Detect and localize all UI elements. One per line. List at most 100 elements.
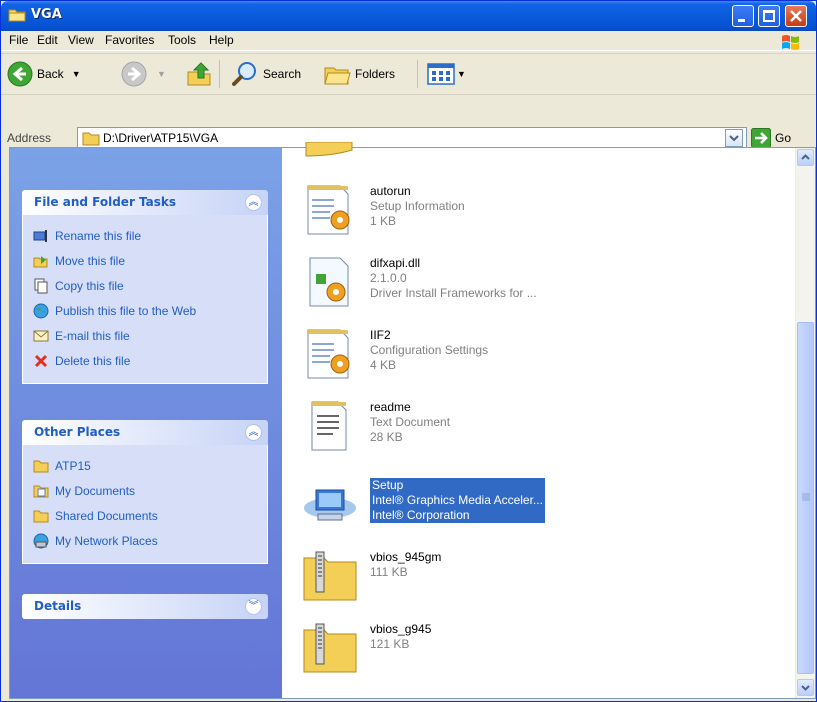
scroll-up-button[interactable] xyxy=(797,149,814,166)
go-arrow-icon xyxy=(751,128,771,148)
task-label: Rename this file xyxy=(55,228,142,243)
file-size: 4 KB xyxy=(370,358,397,372)
file-size: 1 KB xyxy=(370,214,397,228)
chevron-down-icon xyxy=(801,685,810,691)
config-settings-icon xyxy=(307,329,350,379)
place-shared-documents[interactable]: Shared Documents xyxy=(33,503,267,528)
title-bar[interactable]: VGA xyxy=(1,1,816,31)
place-my-network-places[interactable]: My Network Places xyxy=(33,528,267,553)
address-input[interactable]: D:\Driver\ATP15\VGA xyxy=(77,127,747,149)
menu-edit[interactable]: Edit xyxy=(37,33,58,47)
panel-header-details[interactable]: Details ︾ xyxy=(22,594,268,619)
chevron-up-icon xyxy=(801,154,810,160)
menu-favorites[interactable]: Favorites xyxy=(105,33,154,47)
task-label: Copy this file xyxy=(55,278,124,293)
folders-icon xyxy=(324,67,351,85)
menu-help[interactable]: Help xyxy=(209,33,234,47)
toolbar-separator xyxy=(219,60,220,88)
dll-icon xyxy=(309,257,349,307)
back-label: Back xyxy=(37,67,64,81)
expand-icon[interactable]: ︾ xyxy=(245,598,262,615)
panel-title: Details xyxy=(34,599,82,613)
place-label: Shared Documents xyxy=(55,508,158,523)
zip-folder-icon xyxy=(303,551,357,601)
search-button[interactable]: Search xyxy=(231,58,301,90)
main-area: File and Folder Tasks ︽ Rename this file… xyxy=(9,142,816,699)
standard-toolbar: Back ▼ ▼ Search Folders ▼ xyxy=(1,53,816,95)
views-icon xyxy=(427,63,455,85)
minimize-button[interactable] xyxy=(732,5,754,27)
task-rename[interactable]: Rename this file xyxy=(33,223,267,248)
back-button[interactable]: Back ▼ xyxy=(7,58,81,90)
back-arrow-icon xyxy=(7,61,33,87)
forward-button[interactable]: ▼ xyxy=(121,58,166,90)
file-item[interactable]: autorun Setup Information 1 KB xyxy=(302,182,622,246)
task-email[interactable]: E-mail this file xyxy=(33,323,267,348)
menu-tools[interactable]: Tools xyxy=(168,33,196,47)
move-icon xyxy=(33,255,48,267)
close-icon xyxy=(790,10,802,22)
address-bar: Address D:\Driver\ATP15\VGA Go xyxy=(1,97,816,149)
file-name: Setup xyxy=(372,478,404,492)
file-item[interactable]: vbios_945gm 111 KB xyxy=(302,548,622,612)
panel-header-file-tasks[interactable]: File and Folder Tasks ︽ xyxy=(22,190,268,215)
windows-logo-icon xyxy=(782,35,799,50)
my-documents-icon xyxy=(33,485,49,497)
collapse-icon[interactable]: ︽ xyxy=(245,194,262,211)
place-my-documents[interactable]: My Documents xyxy=(33,478,267,503)
address-dropdown-button[interactable] xyxy=(725,129,743,147)
place-atp15[interactable]: ATP15 xyxy=(33,453,267,478)
file-item[interactable]: difxapi.dll 2.1.0.0 Driver Install Frame… xyxy=(302,254,622,318)
go-button[interactable]: Go xyxy=(751,127,791,149)
panel-header-other-places[interactable]: Other Places ︽ xyxy=(22,420,268,445)
forward-arrow-icon xyxy=(121,61,147,87)
file-item-selected[interactable]: Setup Intel® Graphics Media Acceler... I… xyxy=(302,476,622,540)
back-dropdown-icon[interactable]: ▼ xyxy=(72,69,81,79)
close-button[interactable] xyxy=(785,5,807,27)
views-button[interactable]: ▼ xyxy=(427,58,466,90)
zip-folder-icon xyxy=(303,623,357,673)
folders-button[interactable]: Folders xyxy=(323,58,395,90)
place-label: My Documents xyxy=(55,483,136,498)
file-info: readme Text Document 28 KB xyxy=(370,400,450,445)
menu-view[interactable]: View xyxy=(68,33,94,47)
file-size: 111 KB xyxy=(370,565,408,579)
menu-file[interactable]: File xyxy=(9,33,28,47)
file-info: difxapi.dll 2.1.0.0 Driver Install Frame… xyxy=(370,256,537,301)
task-delete[interactable]: Delete this file xyxy=(33,348,267,373)
panel-title: Other Places xyxy=(34,425,121,439)
file-type: Configuration Settings xyxy=(370,343,489,357)
place-label: My Network Places xyxy=(55,533,158,548)
collapse-icon[interactable]: ︽ xyxy=(245,424,262,441)
file-item[interactable]: IIF2 Configuration Settings 4 KB xyxy=(302,326,622,390)
up-folder-icon xyxy=(187,62,211,86)
task-label: Delete this file xyxy=(55,353,131,368)
window-title: VGA xyxy=(31,7,62,22)
vertical-scrollbar[interactable] xyxy=(795,148,815,698)
explorer-window: VGA File Edit View Favorites Tools Help … xyxy=(0,0,817,702)
task-copy[interactable]: Copy this file xyxy=(33,273,267,298)
delete-icon xyxy=(34,354,48,367)
views-dropdown-icon[interactable]: ▼ xyxy=(457,69,466,79)
task-publish[interactable]: Publish this file to the Web xyxy=(33,298,267,323)
maximize-button[interactable] xyxy=(758,5,780,27)
task-move[interactable]: Move this file xyxy=(33,248,267,273)
go-label: Go xyxy=(775,131,792,145)
panel-title: File and Folder Tasks xyxy=(34,195,177,209)
forward-dropdown-icon[interactable]: ▼ xyxy=(157,69,166,79)
file-item[interactable]: readme Text Document 28 KB xyxy=(302,398,622,462)
scroll-down-button[interactable] xyxy=(797,679,814,696)
setup-computer-icon xyxy=(304,489,356,521)
address-path: D:\Driver\ATP15\VGA xyxy=(103,131,219,145)
address-label: Address xyxy=(7,131,52,145)
task-label: Publish this file to the Web xyxy=(55,303,197,318)
file-size: 121 KB xyxy=(370,637,410,651)
file-name: difxapi.dll xyxy=(370,256,421,270)
file-name: readme xyxy=(370,400,411,414)
up-folder-button[interactable] xyxy=(185,58,213,90)
task-label: Move this file xyxy=(55,253,126,268)
publish-web-icon xyxy=(33,303,49,318)
scroll-thumb[interactable] xyxy=(797,322,814,674)
folder-icon xyxy=(82,132,100,146)
file-item[interactable]: vbios_g945 121 KB xyxy=(302,620,622,684)
